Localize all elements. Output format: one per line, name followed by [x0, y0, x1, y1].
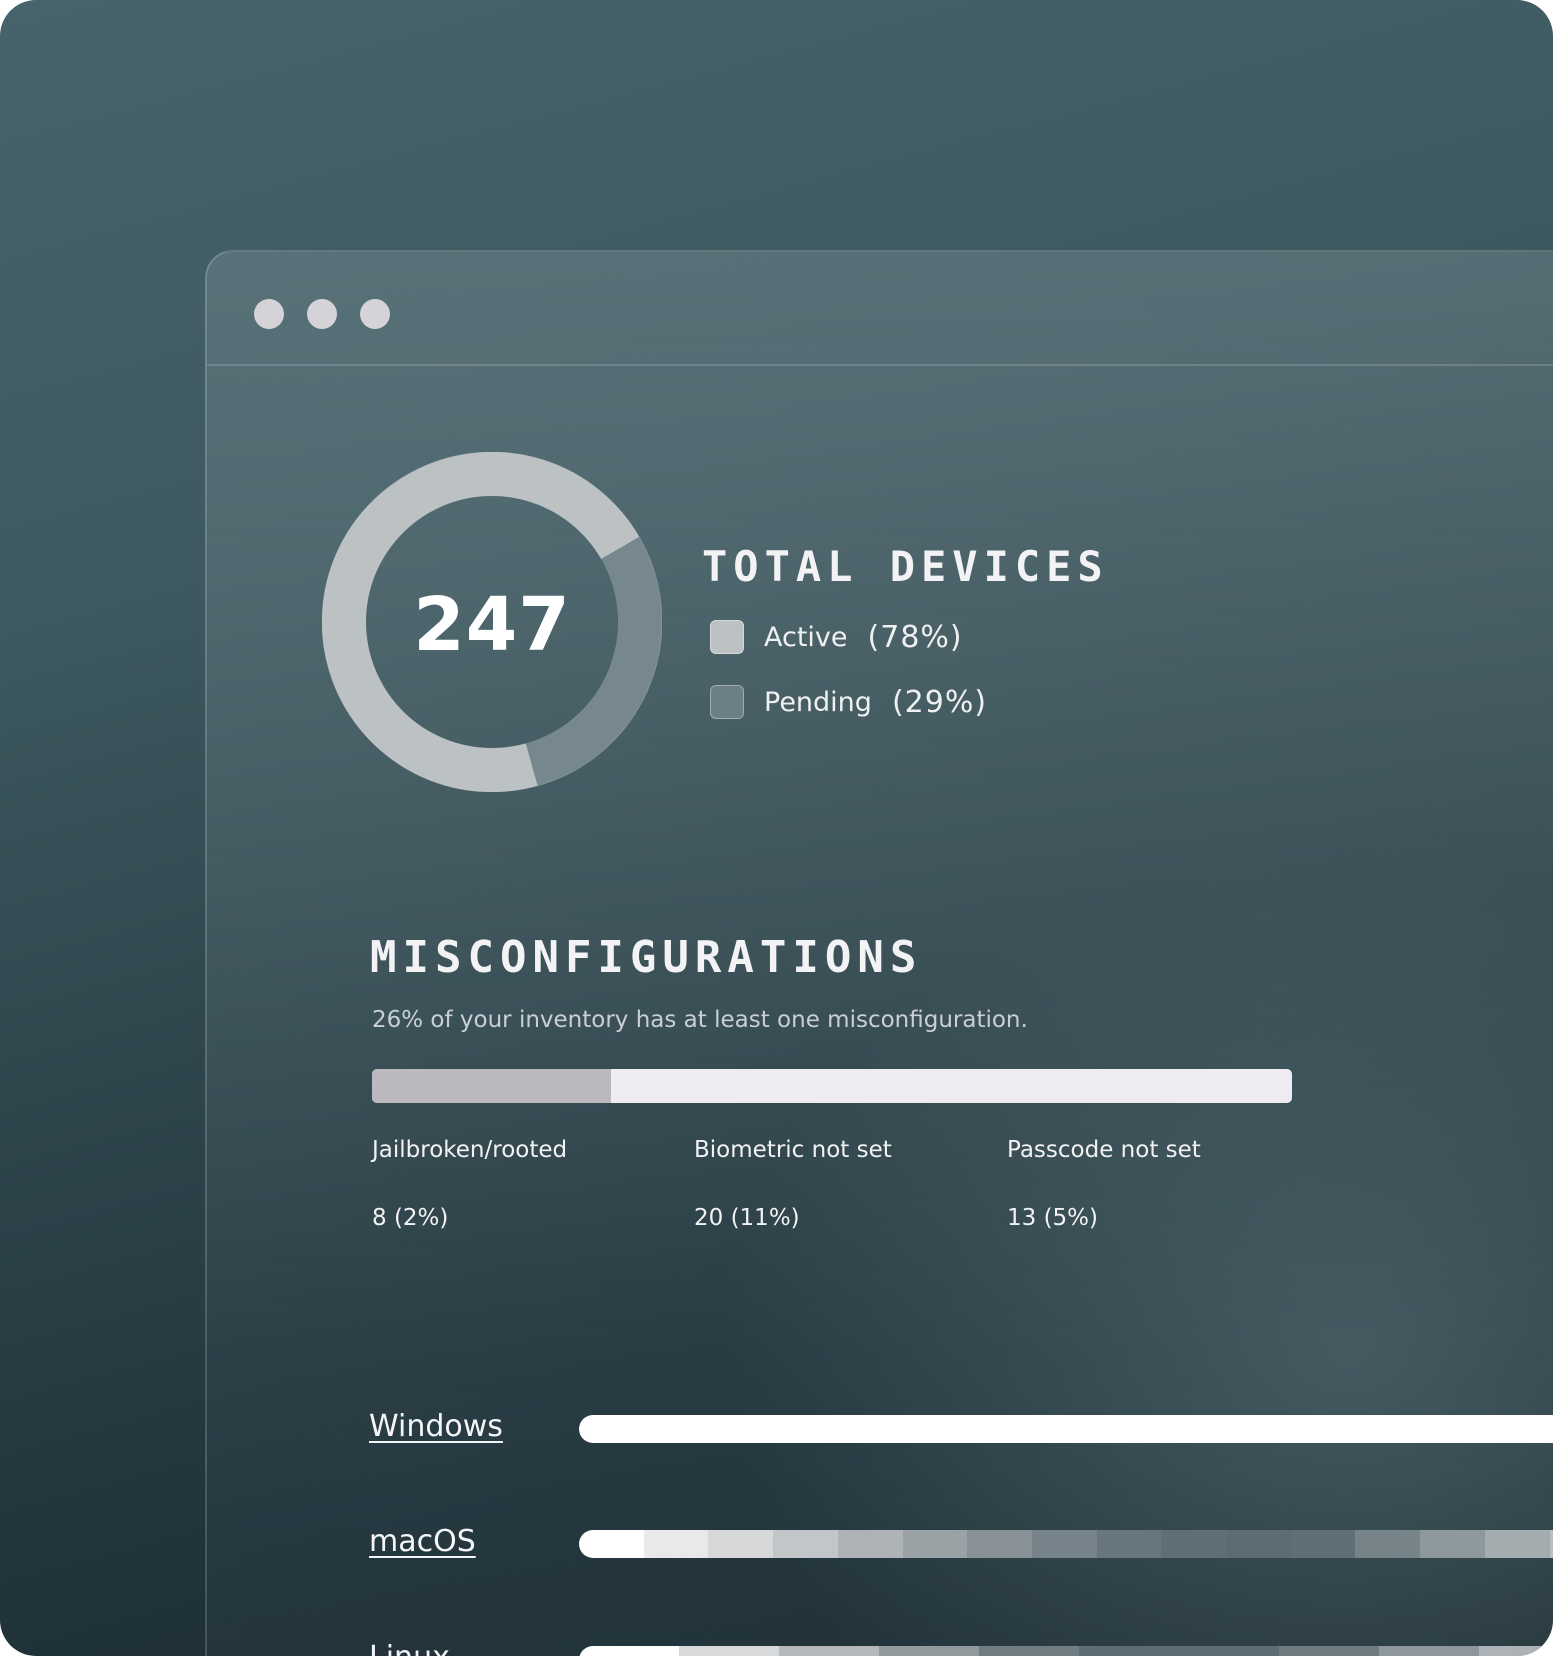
os-bar-segment	[1484, 1530, 1550, 1558]
active-swatch	[710, 620, 744, 654]
pending-swatch	[710, 685, 744, 719]
misconfigurations-subtitle: 26% of your inventory has at least one m…	[372, 1007, 1028, 1033]
os-bar-segment	[579, 1646, 679, 1656]
legend-item-active: Active (78%)	[710, 617, 963, 657]
misconfig-item-passcode: Passcode not set 13 (5%)	[1007, 1137, 1201, 1231]
misconfig-item-jailbroken: Jailbroken/rooted 8 (2%)	[372, 1137, 568, 1231]
window-titlebar	[207, 252, 1553, 366]
os-bar-macos	[579, 1530, 1553, 1558]
os-bar-windows	[579, 1415, 1553, 1443]
os-bar-segment	[1031, 1530, 1097, 1558]
close-dot[interactable]	[254, 299, 284, 329]
dashboard-window: 247 TOTAL DEVICES Active (78%) Pending (…	[205, 250, 1553, 1656]
os-bar-segment	[1549, 1530, 1553, 1558]
os-bar-segment	[1355, 1530, 1421, 1558]
os-link-windows[interactable]: Windows	[369, 1409, 503, 1444]
os-link-linux[interactable]: Linux	[369, 1640, 450, 1656]
os-bar-segment	[1179, 1646, 1279, 1656]
legend-item-pending: Pending (29%)	[710, 682, 987, 722]
os-bar-segment	[708, 1530, 774, 1558]
os-bar-linux	[579, 1646, 1553, 1656]
misconfigurations-progress-bar	[372, 1069, 1292, 1103]
minimize-dot[interactable]	[307, 299, 337, 329]
os-bar-segment	[1379, 1646, 1479, 1656]
legend-percent: (29%)	[891, 684, 988, 720]
legend-percent: (78%)	[867, 619, 963, 655]
os-bar-segment	[1161, 1530, 1227, 1558]
misconfig-label: Jailbroken/rooted	[372, 1137, 568, 1163]
legend-label: Pending	[764, 686, 872, 718]
os-bar-segment	[1079, 1646, 1179, 1656]
total-devices-title: TOTAL DEVICES	[702, 542, 1109, 591]
legend-label: Active	[764, 621, 848, 653]
os-bar-segment	[1279, 1646, 1379, 1656]
os-bar-segment	[837, 1530, 903, 1558]
os-bar-segment	[1096, 1530, 1162, 1558]
misconfig-value: 20 (11%)	[694, 1205, 800, 1231]
misconfig-value: 13 (5%)	[1007, 1205, 1099, 1231]
os-bar-segment	[1226, 1530, 1291, 1558]
os-bar-segment	[979, 1646, 1079, 1656]
misconfig-value: 8 (2%)	[372, 1205, 449, 1231]
os-bar-segment	[773, 1530, 838, 1558]
os-bar-segment	[902, 1530, 968, 1558]
os-bar-segment	[879, 1646, 979, 1656]
app-background: 247 TOTAL DEVICES Active (78%) Pending (…	[0, 0, 1553, 1656]
misconfig-label: Biometric not set	[694, 1137, 892, 1163]
misconfig-item-biometric: Biometric not set 20 (11%)	[694, 1137, 892, 1231]
os-link-macos[interactable]: macOS	[369, 1524, 476, 1559]
total-devices-count: 247	[413, 582, 571, 668]
os-bar-segment	[579, 1530, 644, 1558]
misconfigurations-progress-fill	[372, 1069, 612, 1103]
os-bar-segment	[1479, 1646, 1553, 1656]
maximize-dot[interactable]	[360, 299, 390, 329]
misconfig-label: Passcode not set	[1007, 1137, 1201, 1163]
os-bar-segment	[679, 1646, 779, 1656]
os-bar-segment	[643, 1530, 709, 1558]
os-bar-segment	[1290, 1530, 1356, 1558]
os-bar-segment	[779, 1646, 879, 1656]
misconfigurations-title: MISCONFIGURATIONS	[370, 932, 923, 983]
os-bar-segment	[967, 1530, 1032, 1558]
os-bar-segment	[1420, 1530, 1485, 1558]
os-bar-segment	[579, 1415, 1553, 1443]
